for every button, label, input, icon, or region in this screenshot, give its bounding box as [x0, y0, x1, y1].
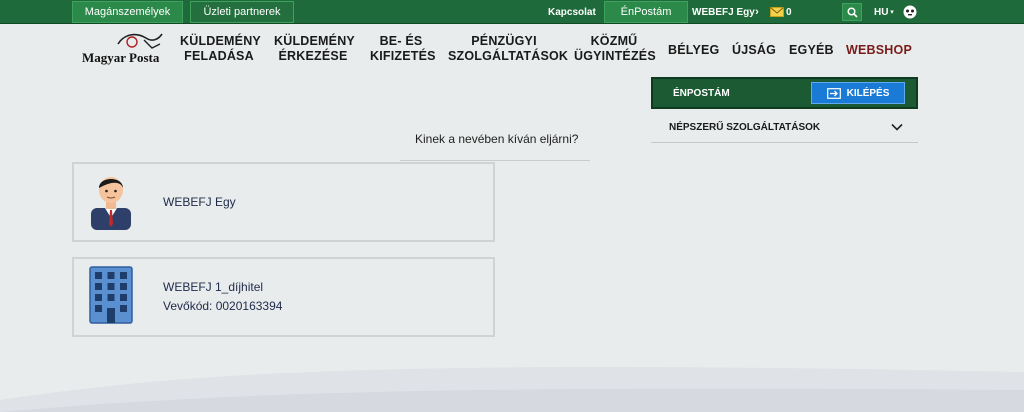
- nav-label-line1: PÉNZÜGYI: [471, 34, 537, 48]
- popular-services-dropdown[interactable]: NÉPSZERŰ SZOLGÁLTATÁSOK: [651, 112, 918, 143]
- nav-other[interactable]: EGYÉB: [789, 43, 834, 58]
- nav-label-line2: ÉRKEZÉSE: [278, 49, 348, 63]
- chevron-down-icon[interactable]: [891, 119, 903, 134]
- envelope-icon[interactable]: [769, 3, 785, 21]
- user-name-link[interactable]: WEBEFJ Egy: [692, 0, 755, 24]
- logout-label: KILÉPÉS: [846, 87, 890, 99]
- logout-button[interactable]: KILÉPÉS: [811, 82, 905, 104]
- person-avatar-icon: [87, 170, 135, 235]
- nav-label-line2: KIFIZETÉS: [370, 49, 436, 63]
- nav-label-line1: KÜLDEMÉNY: [274, 34, 355, 48]
- message-count: 0: [786, 6, 792, 18]
- enpostam-button[interactable]: ÉnPostám: [604, 1, 688, 23]
- tab-business-partners[interactable]: Üzleti partnerek: [190, 1, 294, 23]
- magyar-posta-logo[interactable]: Magyar Posta: [80, 30, 164, 68]
- account-card-company[interactable]: WEBEFJ 1_díjhitel Vevőkód: 0020163394: [72, 257, 495, 337]
- search-icon[interactable]: [842, 3, 862, 21]
- nav-label-line2: FELADÁSA: [184, 49, 254, 63]
- panel-title: ÉNPOSTÁM: [673, 88, 730, 99]
- nav-label-line1: BE- ÉS: [379, 34, 423, 48]
- office-building-icon: [89, 266, 133, 329]
- account-card-person[interactable]: WEBEFJ Egy: [72, 162, 495, 242]
- background-wave: [0, 367, 1024, 412]
- nav-shipment-arrival[interactable]: KÜLDEMÉNY ÉRKEZÉSE: [274, 34, 355, 64]
- nav-label-line1: KÜLDEMÉNY: [180, 34, 261, 48]
- enpostam-panel: ÉNPOSTÁM KILÉPÉS: [651, 77, 918, 109]
- contact-link[interactable]: Kapcsolat: [548, 0, 596, 24]
- language-selector[interactable]: HU: [874, 0, 888, 24]
- nav-webshop[interactable]: WEBSHOP: [846, 43, 912, 58]
- nav-utility-services[interactable]: KÖZMŰ ÜGYINTÉZÉS: [574, 34, 656, 64]
- nav-label-line2: SZOLGÁLTATÁSOK: [448, 49, 569, 63]
- nav-financial-services[interactable]: PÉNZÜGYI SZOLGÁLTATÁSOK: [448, 34, 569, 64]
- card-name: WEBEFJ 1_díjhitel: [163, 280, 264, 294]
- divider: [400, 160, 590, 161]
- post-horn-icon: [117, 33, 163, 49]
- card-name: WEBEFJ Egy: [163, 195, 236, 209]
- question-heading: Kinek a nevében kíván eljárni?: [415, 132, 579, 146]
- accessibility-icon[interactable]: [902, 3, 918, 21]
- popular-services-label: NÉPSZERŰ SZOLGÁLTATÁSOK: [669, 122, 821, 133]
- top-bar: Magánszemélyek Üzleti partnerek Kapcsola…: [0, 0, 1024, 24]
- customer-code: Vevőkód: 0020163394: [163, 299, 283, 313]
- nav-label-line2: ÜGYINTÉZÉS: [574, 49, 656, 63]
- logo-text: Magyar Posta: [82, 50, 160, 65]
- nav-label-line1: KÖZMŰ: [590, 34, 638, 48]
- logout-icon: [826, 87, 841, 99]
- caret-down-icon[interactable]: ▾: [888, 3, 896, 21]
- nav-payments[interactable]: BE- ÉS KIFIZETÉS: [370, 34, 436, 64]
- chevron-right-icon[interactable]: ›: [752, 3, 762, 21]
- nav-shipment-sending[interactable]: KÜLDEMÉNY FELADÁSA: [180, 34, 261, 64]
- nav-newspaper[interactable]: ÚJSÁG: [732, 43, 776, 58]
- nav-stamps[interactable]: BÉLYEG: [668, 43, 719, 58]
- tab-private-customers[interactable]: Magánszemélyek: [72, 1, 183, 23]
